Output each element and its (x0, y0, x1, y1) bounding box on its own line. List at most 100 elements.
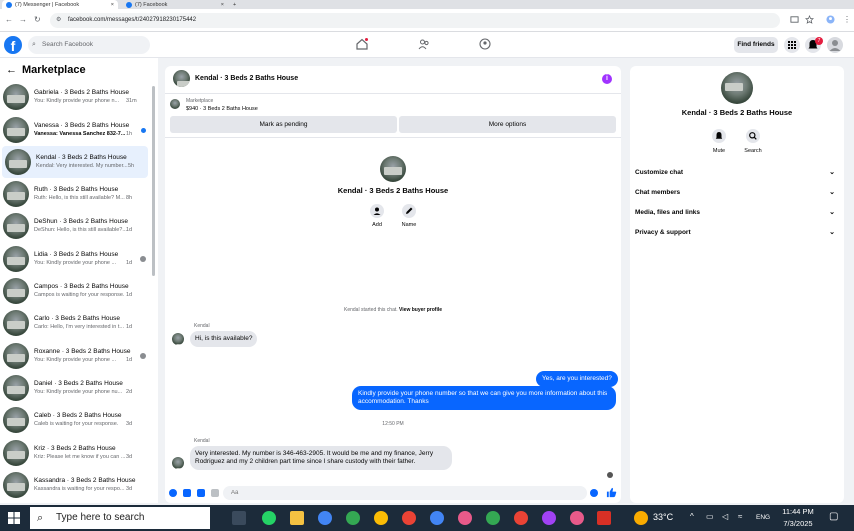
account-avatar[interactable] (827, 37, 843, 53)
emoji-icon[interactable] (590, 489, 598, 497)
outgoing-message[interactable]: Kindly provide your phone number so that… (352, 386, 616, 410)
taskbar-search-input[interactable]: ⌕ Type here to search (30, 507, 210, 529)
chrome-icon[interactable] (514, 511, 528, 525)
info-icon[interactable]: i (602, 74, 612, 84)
chrome-icon[interactable] (486, 511, 500, 525)
chrome-icon[interactable] (346, 511, 360, 525)
windows-start-icon[interactable] (8, 512, 20, 524)
notification-center-icon[interactable]: ▢ (829, 511, 838, 522)
chat-members-row[interactable]: Chat members ⌄ (635, 186, 839, 200)
chat-list-item[interactable]: Daniel · 3 Beds 2 Baths House You: Kindly… (0, 372, 150, 404)
mute-button[interactable] (712, 129, 726, 143)
sidebar-scrollbar[interactable] (152, 86, 155, 276)
back-arrow-icon[interactable]: ← (6, 64, 17, 76)
chat-title[interactable]: Kendal · 3 Beds 2 Baths House (195, 75, 298, 82)
weather-icon[interactable] (634, 511, 648, 525)
incoming-message[interactable]: Very interested. My number is 346-463-29… (190, 446, 452, 470)
chat-list-item[interactable]: Kriz · 3 Beds 2 Baths House Kriz: Please … (0, 437, 150, 469)
chat-name: Roxanne · 3 Beds 2 Baths House (34, 348, 131, 355)
gif-icon[interactable] (211, 489, 219, 497)
customize-chat-row[interactable]: Customize chat ⌄ (635, 166, 839, 180)
find-friends-button[interactable]: Find friends (734, 37, 778, 53)
chrome-icon[interactable] (430, 511, 444, 525)
thumbs-up-icon[interactable] (606, 487, 617, 498)
groups-icon[interactable] (479, 38, 491, 50)
chat-list-item[interactable]: Kassandra · 3 Beds 2 Baths House Kassandr… (0, 469, 150, 501)
privacy-support-row[interactable]: Privacy & support ⌄ (635, 226, 839, 240)
notifications-button[interactable]: 7 (805, 37, 823, 53)
chat-list-item[interactable]: Kendal · 3 Beds 2 Baths House Kendal: Ver… (2, 146, 148, 178)
chrome-icon[interactable] (374, 511, 388, 525)
wifi-icon[interactable]: ≈ (738, 512, 742, 521)
chevron-up-icon[interactable]: ^ (690, 512, 694, 521)
network-icon[interactable]: ▭ (706, 512, 714, 521)
clock-time[interactable]: 11:44 PM (781, 507, 815, 516)
temperature[interactable]: 33°C (653, 512, 673, 522)
search-label: Search (744, 148, 762, 154)
address-bar[interactable]: ⚙ facebook.com/messages/t/24027918230175… (50, 13, 780, 28)
back-arrow-icon[interactable]: ← (5, 15, 13, 24)
chat-list-item[interactable]: Carlo · 3 Beds 2 Baths House Carlo: Hello… (0, 307, 150, 339)
sender-avatar[interactable] (172, 457, 184, 469)
media-files-links-row[interactable]: Media, files and links ⌄ (635, 206, 839, 220)
file-explorer-icon[interactable] (290, 511, 304, 525)
new-tab-button[interactable]: + (229, 0, 240, 9)
name-button[interactable] (402, 204, 416, 218)
chrome-icon[interactable] (458, 511, 472, 525)
outgoing-message[interactable]: Yes, are you interested? (536, 371, 618, 387)
site-info-icon[interactable]: ⚙ (56, 13, 61, 28)
reload-icon[interactable]: ↻ (34, 15, 41, 24)
chat-list-item[interactable]: Roxanne · 3 Beds 2 Baths House You: Kindl… (0, 340, 150, 372)
language-indicator[interactable]: ENG (756, 514, 770, 521)
menu-grid-button[interactable] (784, 37, 800, 53)
bookmark-star-icon[interactable] (805, 15, 814, 24)
facebook-logo-icon[interactable]: f (4, 36, 22, 54)
mark-as-pending-button[interactable]: Mark as pending (170, 116, 397, 133)
close-tab-icon[interactable]: × (221, 2, 224, 8)
chat-header: Kendal · 3 Beds 2 Baths House i (165, 66, 621, 94)
chat-time: 1h (126, 131, 133, 137)
home-icon[interactable] (356, 38, 368, 50)
chat-time: 1d (126, 260, 133, 266)
sticker-icon[interactable] (197, 489, 205, 497)
sender-avatar[interactable] (172, 333, 184, 345)
chat-list-item[interactable]: Gabriela · 3 Beds 2 Baths House You: Kind… (0, 81, 150, 113)
add-button[interactable] (370, 204, 384, 218)
profile-avatar[interactable] (721, 72, 753, 104)
incoming-message[interactable]: Hi, is this available? (190, 331, 258, 347)
chat-list-item[interactable]: DeShun · 3 Beds 2 Baths House DeShun: Hel… (0, 210, 150, 242)
task-view-icon[interactable] (232, 511, 246, 525)
message-input[interactable] (223, 486, 587, 500)
listing-price[interactable]: $940 · 3 Beds 2 Baths House (186, 106, 258, 112)
plus-icon[interactable] (169, 489, 177, 497)
chat-list-item[interactable]: Campos · 3 Beds 2 Baths House Campos is w… (0, 275, 150, 307)
chrome-icon[interactable] (402, 511, 416, 525)
profile-avatar[interactable] (380, 156, 406, 182)
search-button[interactable] (746, 129, 760, 143)
tab-messenger[interactable]: (7) Messenger | Facebook × (2, 0, 118, 9)
chat-list-item[interactable]: Caleb · 3 Beds 2 Baths House Caleb is wai… (0, 404, 150, 436)
whatsapp-icon[interactable] (262, 511, 276, 525)
more-options-button[interactable]: More options (399, 116, 616, 133)
view-buyer-profile-link[interactable]: View buyer profile (399, 307, 442, 313)
app-icon[interactable] (597, 511, 611, 525)
chat-list-item[interactable]: Lidia · 3 Beds 2 Baths House You: Kindly … (0, 243, 150, 275)
profile-icon[interactable] (826, 15, 835, 24)
chat-avatar[interactable] (173, 70, 190, 87)
chrome-icon[interactable] (542, 511, 556, 525)
search-input[interactable]: ⌕ Search Facebook (28, 36, 150, 54)
chrome-icon[interactable] (318, 511, 332, 525)
close-tab-icon[interactable]: × (111, 2, 114, 8)
image-icon[interactable] (183, 489, 191, 497)
chat-list-item[interactable]: Vanessa · 3 Beds 2 Baths House Vanessa: V… (0, 114, 150, 146)
friends-icon[interactable] (418, 38, 430, 50)
browser-menu-icon[interactable]: ⋮ (843, 15, 851, 24)
tab-facebook[interactable]: (7) Facebook × (122, 0, 228, 9)
chat-list-item[interactable]: Ruth · 3 Beds 2 Baths House Ruth: Hello, … (0, 178, 150, 210)
volume-icon[interactable]: ◁ (722, 512, 728, 521)
profile-name: Kendal · 3 Beds 2 Baths House (337, 186, 449, 195)
chrome-icon[interactable] (570, 511, 584, 525)
install-app-icon[interactable] (790, 15, 799, 24)
clock-date[interactable]: 7/3/2025 (781, 519, 815, 528)
forward-arrow-icon[interactable]: → (19, 15, 27, 24)
